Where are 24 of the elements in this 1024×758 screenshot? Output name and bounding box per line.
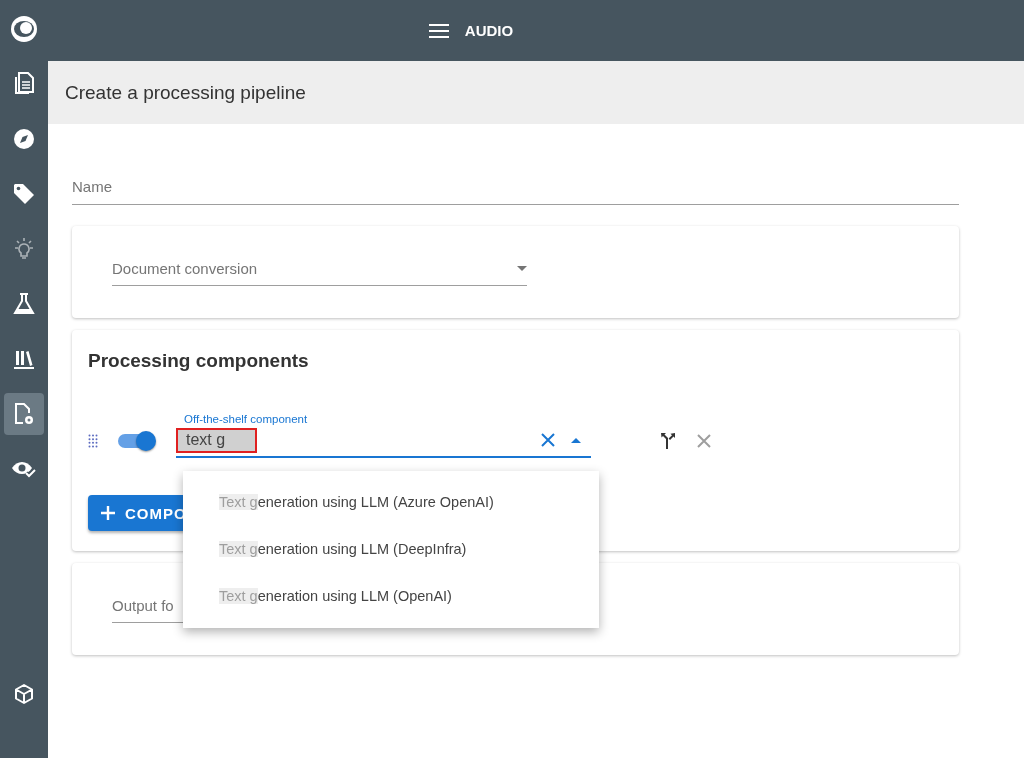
document-conversion-select[interactable]: Document conversion — [112, 256, 527, 286]
fork-icon[interactable] — [659, 432, 677, 450]
close-icon[interactable] — [697, 434, 711, 448]
output-format-select[interactable]: Output fo — [112, 597, 174, 614]
section-heading: Processing components — [88, 350, 310, 372]
books-icon[interactable] — [13, 348, 35, 370]
document-gear-icon[interactable] — [13, 402, 35, 426]
toggle-switch[interactable] — [116, 430, 156, 452]
dropdown-arrow-icon[interactable] — [571, 437, 581, 443]
tag-icon[interactable] — [13, 183, 35, 205]
dropdown-option[interactable]: Text generation using LLM (OpenAI) — [183, 572, 599, 620]
app-title: AUDIO — [464, 22, 514, 39]
drag-handle-icon[interactable] — [88, 434, 98, 448]
cube-icon[interactable] — [13, 683, 35, 705]
plus-icon — [101, 506, 115, 520]
flask-icon[interactable] — [13, 293, 35, 315]
clear-icon[interactable] — [541, 433, 555, 447]
documents-icon[interactable] — [13, 72, 35, 96]
page-title: Create a processing pipeline — [65, 81, 306, 104]
compass-icon[interactable] — [13, 128, 35, 150]
name-field[interactable]: Name — [72, 174, 959, 205]
menu-icon[interactable] — [428, 23, 449, 38]
eye-logo-icon[interactable] — [9, 14, 39, 44]
dropdown-arrow-icon — [517, 266, 527, 271]
